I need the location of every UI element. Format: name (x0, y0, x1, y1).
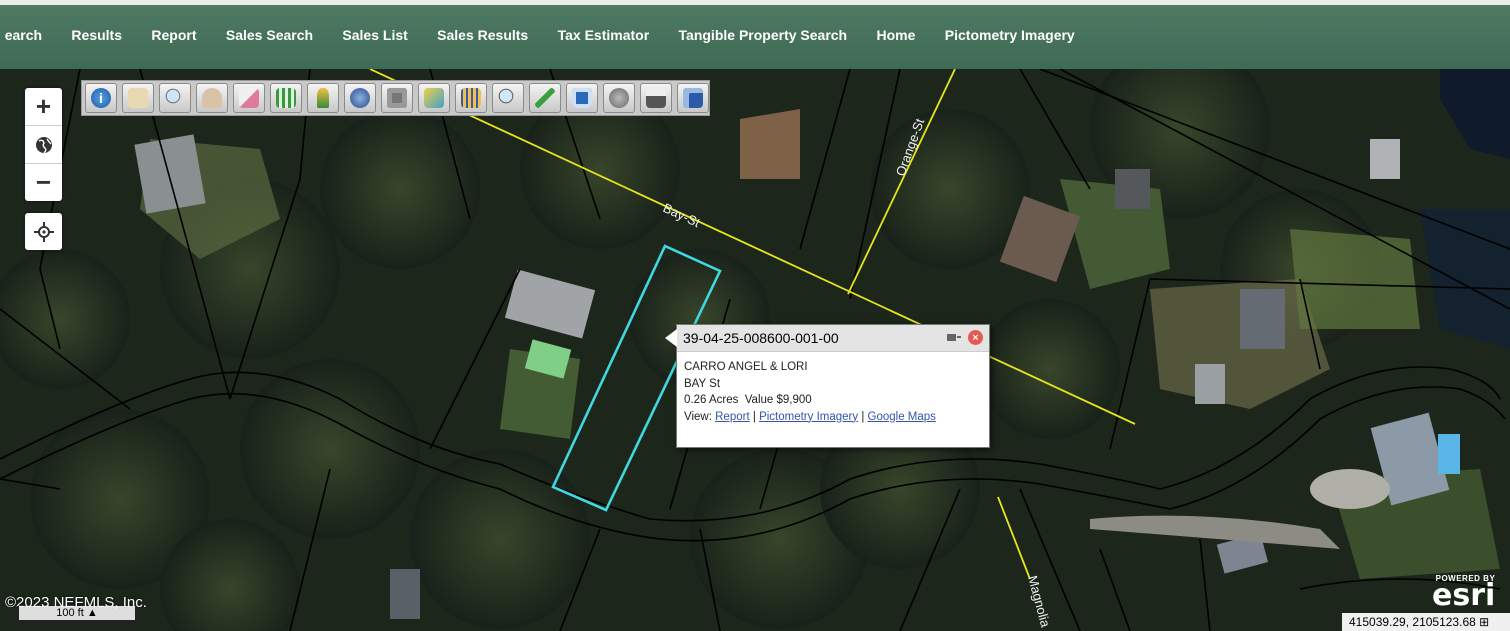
buffer-icon[interactable] (455, 83, 487, 113)
selection-icon[interactable] (603, 83, 635, 113)
popup-body: CARRO ANGEL & LORI BAY St 0.26 Acres Val… (677, 352, 989, 425)
save-icon[interactable] (677, 83, 709, 113)
locate-icon[interactable] (25, 213, 62, 250)
nav-item-pictometry-imagery[interactable]: Pictometry Imagery (930, 27, 1089, 43)
owner-name: CARRO ANGEL & LORI (684, 361, 808, 373)
maximize-icon[interactable] (946, 330, 962, 344)
scale-bar: 100 ft ▲ (17, 606, 137, 622)
nav-item-report[interactable]: Report (137, 27, 212, 43)
print-map-icon[interactable] (566, 83, 598, 113)
acres-value: 0.26 Acres Value $9,900 (684, 392, 982, 409)
link-separator: | (752, 410, 756, 423)
report-link[interactable]: Report (715, 411, 750, 423)
draw-icon[interactable] (529, 83, 561, 113)
photo-icon[interactable] (381, 83, 413, 113)
pictometry-link[interactable]: Pictometry Imagery (759, 411, 858, 423)
view-label: View: (684, 410, 712, 423)
zoom-control: + − (25, 88, 62, 201)
zoom-in-button[interactable]: + (25, 88, 62, 126)
identify-icon[interactable] (122, 83, 154, 113)
search-icon[interactable] (492, 83, 524, 113)
close-icon[interactable]: × (968, 330, 983, 345)
esri-text: esri (1432, 578, 1496, 613)
globe-icon[interactable] (25, 126, 62, 164)
nav-item-tangible-property-search[interactable]: Tangible Property Search (664, 27, 862, 43)
esri-logo: POWERED BY esri (1432, 574, 1496, 613)
measure-icon[interactable] (418, 83, 450, 113)
coords-text: 415039.29, 2105123.68 (1349, 615, 1476, 629)
value-text: Value $9,900 (744, 394, 812, 406)
street-view-icon[interactable] (307, 83, 339, 113)
zoom-in-icon[interactable] (159, 83, 191, 113)
layers-icon[interactable] (344, 83, 376, 113)
coordinate-readout: 415039.29, 2105123.68 ⊞ (1342, 613, 1510, 631)
nav-item-sales-list[interactable]: Sales List (328, 27, 423, 43)
view-links: View: Report | Pictometry Imagery | Goog… (684, 409, 982, 426)
select-icon[interactable] (270, 83, 302, 113)
top-nav-bar: earch Results Report Sales Search Sales … (0, 0, 1510, 69)
zoom-out-button[interactable]: − (25, 164, 62, 201)
nav-item-sales-search[interactable]: Sales Search (211, 27, 328, 43)
scale-label: 100 ft (56, 607, 84, 619)
nav-item-home[interactable]: Home (862, 27, 930, 43)
info-icon[interactable]: i (85, 83, 117, 113)
nav-menu: earch Results Report Sales Search Sales … (0, 27, 1089, 43)
nav-item-results[interactable]: Results (57, 27, 137, 43)
nav-item-tax-estimator[interactable]: Tax Estimator (543, 27, 664, 43)
nav-item-search[interactable]: earch (0, 27, 57, 43)
street-name: BAY St (684, 377, 721, 390)
map-toolbar: i (81, 80, 710, 116)
eraser-icon[interactable] (233, 83, 265, 113)
printer-icon[interactable] (640, 83, 672, 113)
link-separator: | (861, 410, 865, 423)
nav-item-sales-results[interactable]: Sales Results (422, 27, 542, 43)
acres-text: 0.26 Acres (684, 394, 739, 406)
pan-icon[interactable] (196, 83, 228, 113)
google-maps-link[interactable]: Google Maps (868, 411, 936, 423)
popup-title: 39-04-25-008600-001-00 (683, 330, 839, 346)
popup-header: 39-04-25-008600-001-00 × (677, 325, 989, 352)
parcel-popup: 39-04-25-008600-001-00 × CARRO ANGEL & L… (665, 324, 990, 448)
